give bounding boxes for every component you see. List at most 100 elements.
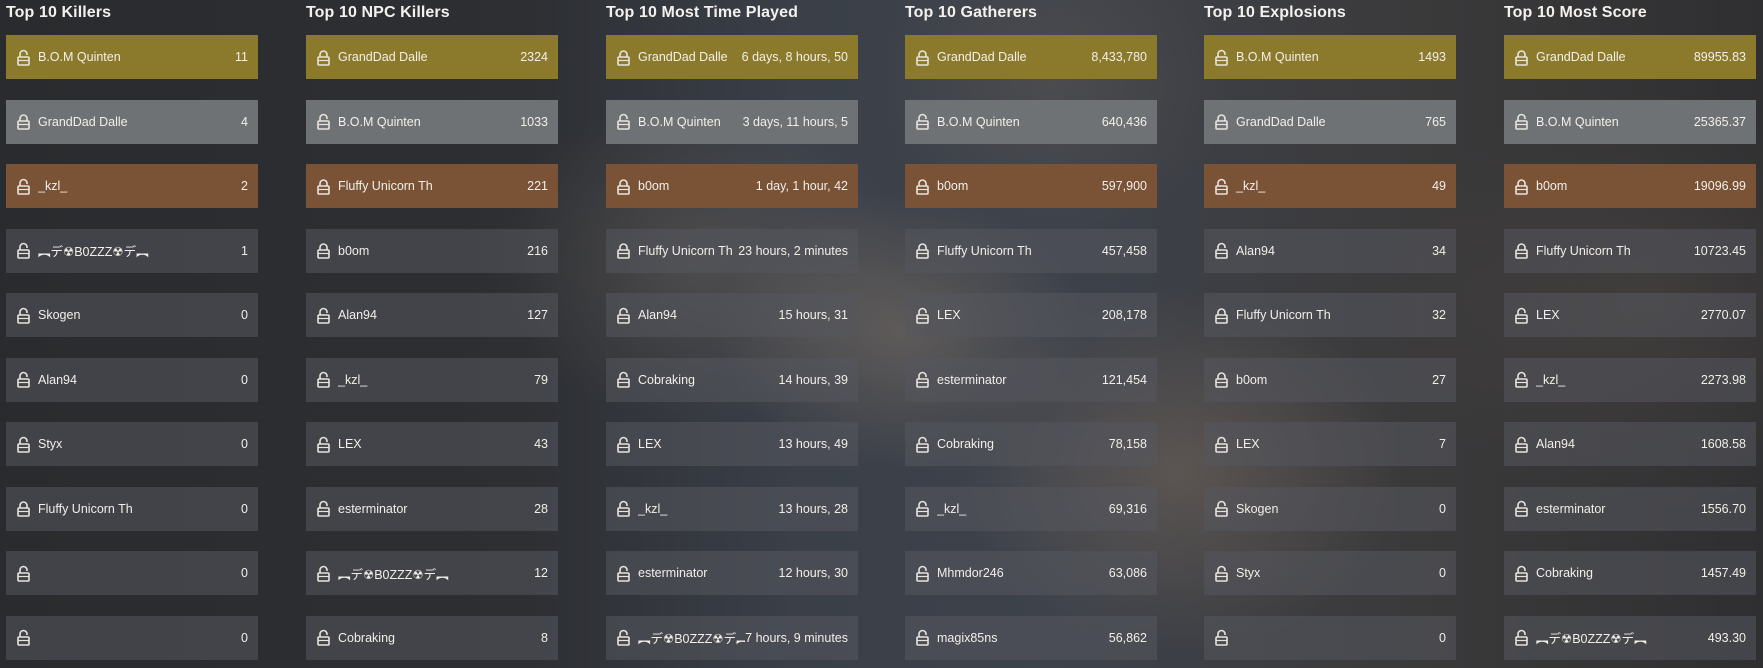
leaderboard-row[interactable]: Alan94 127 — [306, 293, 558, 337]
leaderboard-row[interactable]: GrandDad Dalle 4 — [6, 99, 258, 144]
leaderboard-row[interactable]: GrandDad Dalle 6 days, 8 hours, 50 — [606, 35, 858, 79]
leaderboard-row[interactable]: _kzl_ 2273.98 — [1504, 357, 1756, 402]
leaderboard-row[interactable]: b0om 19096.99 — [1504, 164, 1756, 208]
stat-value: 1556.70 — [1700, 501, 1746, 516]
leaderboard-row[interactable]: Fluffy Unicorn Th 32 — [1204, 293, 1456, 337]
leaderboard-row[interactable]: 0 — [6, 615, 258, 660]
unlocked-padlock-icon — [317, 565, 330, 582]
leaderboard-row[interactable]: B.O.M Quinten 3 days, 11 hours, 5 — [606, 99, 858, 144]
leaderboard-row[interactable]: B.O.M Quinten 1033 — [306, 99, 558, 144]
player-name: b0om — [1236, 372, 1268, 387]
leaderboard-row[interactable]: Styx 0 — [1204, 551, 1456, 595]
leaderboard-title: Top 10 Most Time Played — [606, 4, 798, 21]
leaderboard-row[interactable]: LEX 2770.07 — [1504, 293, 1756, 337]
leaderboard-row[interactable]: GrandDad Dalle 8,433,780 — [905, 35, 1157, 79]
leaderboard-row[interactable]: _kzl_ 2 — [6, 164, 258, 208]
stat-value: 7 — [1439, 437, 1446, 451]
leaderboard-row[interactable]: ︻デ☢B0ZZZ☢デ︻ 12 — [306, 551, 558, 595]
leaderboard-row[interactable]: magix85ns 56,862 — [905, 615, 1157, 660]
leaderboard-row[interactable]: GrandDad Dalle 765 — [1204, 99, 1456, 144]
player-name: Skogen — [1236, 501, 1279, 516]
stat-value: 11 — [235, 50, 248, 64]
leaderboard-row[interactable]: Alan94 1608.58 — [1504, 422, 1756, 466]
unlocked-padlock-icon — [617, 113, 630, 130]
leaderboard-row[interactable]: Fluffy Unicorn Th 23 hours, 2 minutes — [606, 228, 858, 273]
unlocked-padlock-icon — [916, 500, 929, 517]
leaderboard-row[interactable]: _kzl_ 69,316 — [905, 486, 1157, 531]
leaderboard-row[interactable]: Styx 0 — [6, 422, 258, 466]
locked-padlock-icon — [17, 500, 30, 517]
leaderboard-row[interactable]: Alan94 0 — [6, 357, 258, 402]
leaderboard-row[interactable]: _kzl_ 13 hours, 28 — [606, 486, 858, 531]
locked-padlock-icon — [1515, 178, 1528, 195]
unlocked-padlock-icon — [1515, 113, 1528, 130]
locked-padlock-icon — [617, 242, 630, 259]
player-name: ︻デ☢B0ZZZ☢デ︻ — [38, 245, 149, 259]
stat-value: 3 days, 11 hours, 5 — [742, 114, 848, 129]
leaderboard-row[interactable]: Skogen 0 — [1204, 486, 1456, 531]
stat-value: 89955.83 — [1693, 50, 1746, 64]
leaderboard-row[interactable]: Alan94 34 — [1204, 228, 1456, 273]
unlocked-padlock-icon — [1515, 436, 1528, 453]
player-name: ︻デ☢B0ZZZ☢デ︻ — [1536, 632, 1647, 646]
leaderboard-row[interactable]: Alan94 15 hours, 31 — [606, 293, 858, 337]
leaderboard-row[interactable]: _kzl_ 49 — [1204, 164, 1456, 208]
leaderboard-row[interactable]: ︻デ☢B0ZZZ☢デ︻ 7 hours, 9 minutes — [606, 615, 858, 660]
leaderboard-title: Top 10 Gatherers — [905, 4, 1038, 21]
unlocked-padlock-icon — [617, 436, 630, 453]
leaderboard-row[interactable]: 0 — [1204, 615, 1456, 660]
stat-value: 69,316 — [1108, 501, 1147, 516]
leaderboard-row[interactable]: esterminator 1556.70 — [1504, 486, 1756, 531]
leaderboard-row[interactable]: Fluffy Unicorn Th 221 — [306, 164, 558, 208]
leaderboard-row[interactable]: Cobraking 78,158 — [905, 422, 1157, 466]
leaderboard-row[interactable]: Fluffy Unicorn Th 10723.45 — [1504, 228, 1756, 273]
unlocked-padlock-icon — [17, 371, 30, 388]
leaderboard-row[interactable]: b0om 1 day, 1 hour, 42 — [606, 164, 858, 208]
stat-value: 28 — [534, 501, 548, 516]
stat-value: 4 — [241, 114, 248, 129]
leaderboard-row[interactable]: Fluffy Unicorn Th 457,458 — [905, 228, 1157, 273]
unlocked-padlock-icon — [17, 307, 30, 324]
leaderboard-row[interactable]: 0 — [6, 551, 258, 595]
leaderboard-row[interactable]: GrandDad Dalle 89955.83 — [1504, 35, 1756, 79]
player-name: GrandDad Dalle — [338, 50, 428, 64]
stat-value: 208,178 — [1101, 308, 1147, 322]
unlocked-padlock-icon — [916, 629, 929, 646]
leaderboard-row[interactable]: B.O.M Quinten 11 — [6, 35, 258, 79]
leaderboard-row[interactable]: _kzl_ 79 — [306, 357, 558, 402]
unlocked-padlock-icon — [1215, 629, 1228, 646]
stat-value: 56,862 — [1108, 630, 1147, 645]
leaderboard-row[interactable]: B.O.M Quinten 640,436 — [905, 99, 1157, 144]
leaderboard-row[interactable]: Cobraking 8 — [306, 615, 558, 660]
player-name: B.O.M Quinten — [1236, 50, 1319, 64]
unlocked-padlock-icon — [317, 436, 330, 453]
leaderboard-row[interactable]: LEX 43 — [306, 422, 558, 466]
leaderboard-row[interactable]: esterminator 121,454 — [905, 357, 1157, 402]
leaderboard-row[interactable]: ︻デ☢B0ZZZ☢デ︻ 1 — [6, 228, 258, 273]
leaderboard-row[interactable]: Mhmdor246 63,086 — [905, 551, 1157, 595]
leaderboard-row[interactable]: Cobraking 1457.49 — [1504, 551, 1756, 595]
player-name: _kzl_ — [638, 501, 668, 516]
leaderboard-row[interactable]: LEX 13 hours, 49 — [606, 422, 858, 466]
leaderboard-row[interactable]: esterminator 12 hours, 30 — [606, 551, 858, 595]
leaderboard-row[interactable]: Fluffy Unicorn Th 0 — [6, 486, 258, 531]
stat-value: 127 — [527, 308, 548, 322]
player-name: GrandDad Dalle — [937, 50, 1027, 64]
player-name: Cobraking — [1536, 566, 1593, 580]
leaderboard-row[interactable]: B.O.M Quinten 1493 — [1204, 35, 1456, 79]
stat-value: 1457.49 — [1700, 566, 1746, 580]
leaderboard-row[interactable]: Cobraking 14 hours, 39 — [606, 357, 858, 402]
locked-padlock-icon — [1215, 307, 1228, 324]
leaderboard-row[interactable]: b0om 597,900 — [905, 164, 1157, 208]
leaderboard-row[interactable]: LEX 7 — [1204, 422, 1456, 466]
leaderboard-row[interactable]: B.O.M Quinten 25365.37 — [1504, 99, 1756, 144]
leaderboard-row[interactable]: b0om 27 — [1204, 357, 1456, 402]
stat-value: 63,086 — [1108, 566, 1147, 580]
leaderboard-row[interactable]: Skogen 0 — [6, 293, 258, 337]
leaderboard-row[interactable]: esterminator 28 — [306, 486, 558, 531]
unlocked-padlock-icon — [1215, 500, 1228, 517]
leaderboard-row[interactable]: ︻デ☢B0ZZZ☢デ︻ 493.30 — [1504, 615, 1756, 660]
leaderboard-row[interactable]: b0om 216 — [306, 228, 558, 273]
leaderboard-row[interactable]: LEX 208,178 — [905, 293, 1157, 337]
leaderboard-row[interactable]: GrandDad Dalle 2324 — [306, 35, 558, 79]
